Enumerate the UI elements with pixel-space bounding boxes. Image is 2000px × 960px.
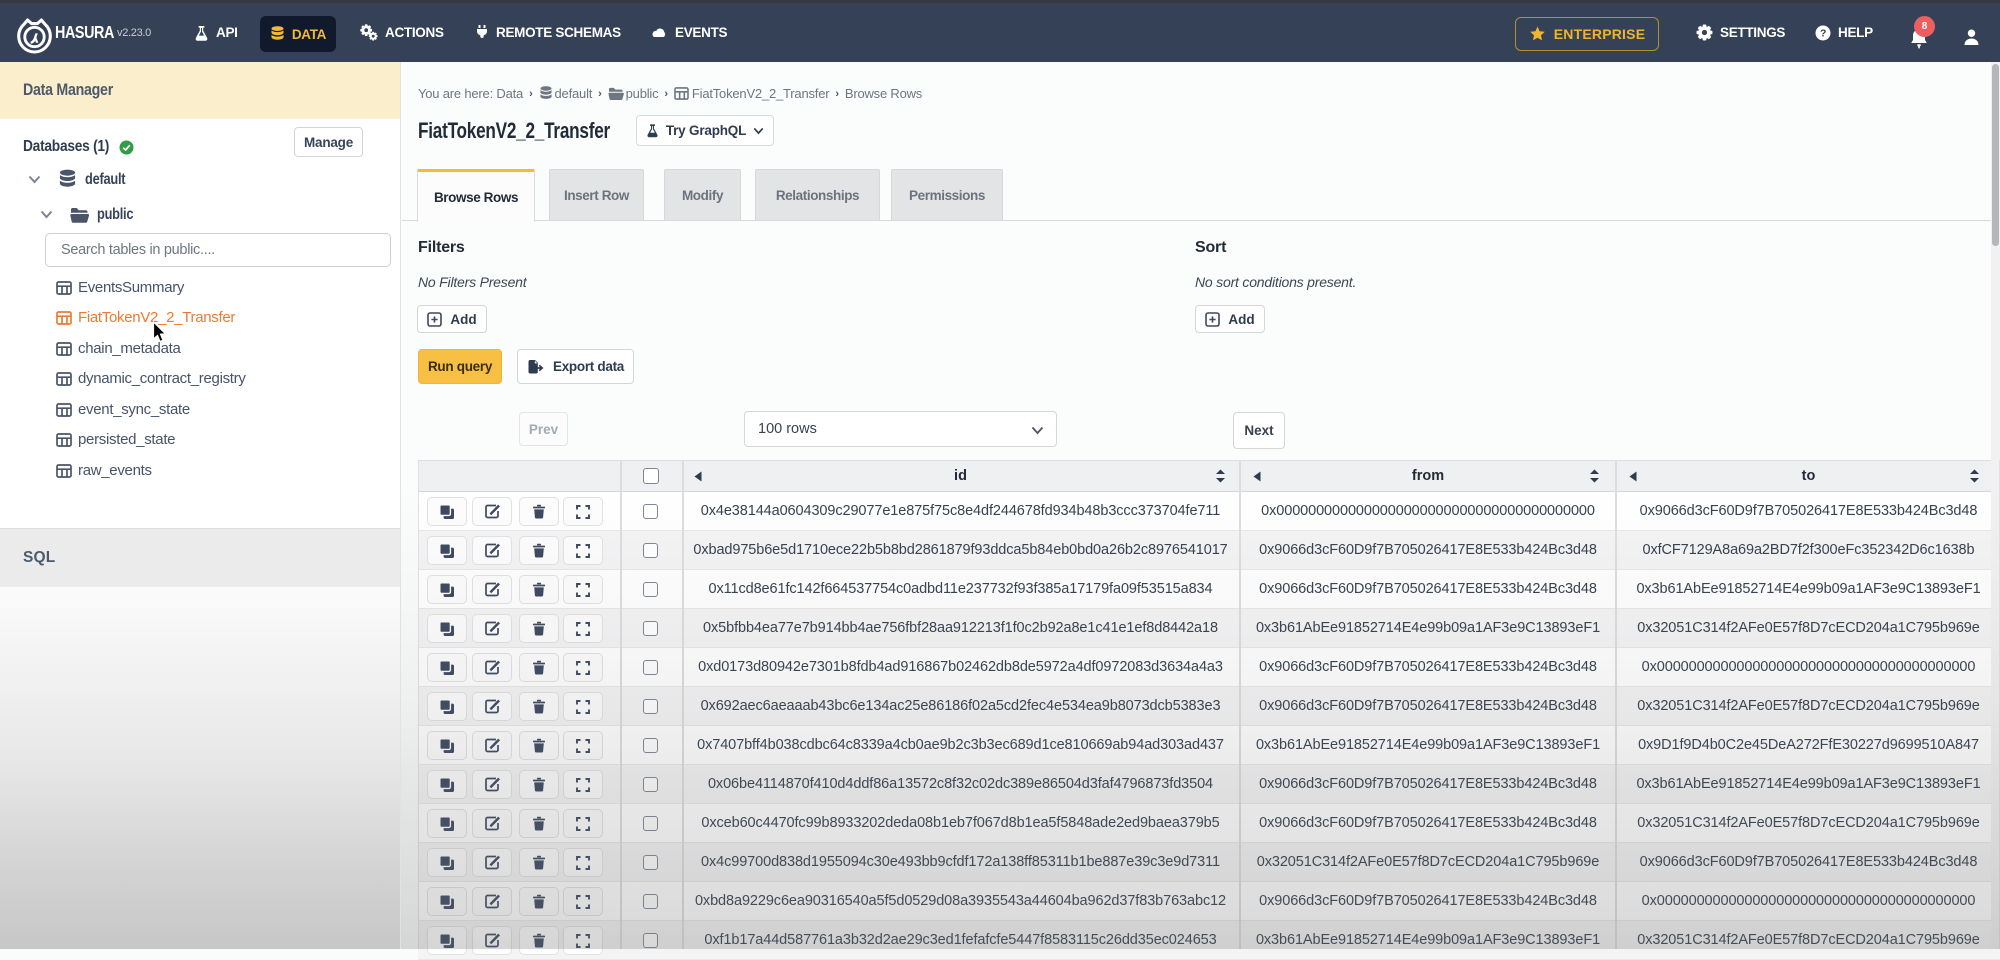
- svg-text:?: ?: [1820, 27, 1826, 39]
